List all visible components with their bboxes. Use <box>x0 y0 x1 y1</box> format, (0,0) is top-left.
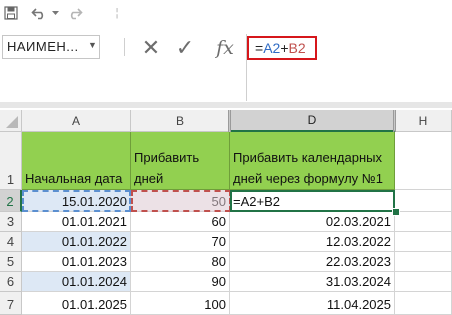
more-icon[interactable]: ¦ <box>112 3 122 23</box>
column-header-b[interactable]: B <box>131 110 230 132</box>
select-all-corner[interactable] <box>0 110 22 132</box>
formula-ref-b2: B2 <box>288 40 306 56</box>
column-header-d[interactable]: D <box>230 110 395 132</box>
row-header-3[interactable]: 3 <box>0 212 22 232</box>
cell-b6[interactable]: 90 <box>131 272 230 292</box>
cell-a7[interactable]: 01.01.2025 <box>22 292 131 315</box>
row-header-2[interactable]: 2 <box>0 190 22 212</box>
cell-h6[interactable] <box>395 272 452 292</box>
formula-ref-a2: A2 <box>263 40 281 56</box>
cell-h3[interactable] <box>395 212 452 232</box>
cell-a3[interactable]: 01.01.2021 <box>22 212 131 232</box>
cell-b4[interactable]: 70 <box>131 232 230 252</box>
column-header-a[interactable]: A <box>22 110 131 132</box>
cell-a1[interactable]: Начальная дата <box>22 132 131 190</box>
cell-d3[interactable]: 02.03.2021 <box>230 212 395 232</box>
column-header-h[interactable]: H <box>395 110 452 132</box>
hidden-column-marker <box>228 110 231 132</box>
cell-d7[interactable]: 11.04.2025 <box>230 292 395 315</box>
cell-b3[interactable]: 60 <box>131 212 230 232</box>
cell-h5[interactable] <box>395 252 452 272</box>
cell-b5[interactable]: 80 <box>131 252 230 272</box>
cell-h2[interactable] <box>395 190 452 212</box>
cell-a5[interactable]: 01.01.2023 <box>22 252 131 272</box>
cell-d1[interactable]: Прибавить календарных дней через формулу… <box>230 132 395 190</box>
cell-d4[interactable]: 12.03.2022 <box>230 232 395 252</box>
reference-highlight-b2 <box>131 190 231 212</box>
formula-text: =A2+B2 <box>255 40 306 56</box>
active-cell-border <box>230 190 395 212</box>
enter-button[interactable]: ✓ <box>172 34 198 62</box>
name-box-dropdown-icon[interactable]: ▼ <box>88 40 97 50</box>
row-header-4[interactable]: 4 <box>0 232 22 252</box>
undo-icon[interactable] <box>30 3 48 23</box>
fill-handle[interactable] <box>392 208 400 216</box>
row-header-6[interactable]: 6 <box>0 272 22 292</box>
save-icon[interactable] <box>2 3 20 23</box>
reference-highlight-a2 <box>22 190 131 212</box>
cell-b1[interactable]: Прибавить дней <box>131 132 230 190</box>
cell-a6[interactable]: 01.01.2024 <box>22 272 131 292</box>
cell-d6[interactable]: 31.03.2024 <box>230 272 395 292</box>
cell-h4[interactable] <box>395 232 452 252</box>
cell-h7[interactable] <box>395 292 452 315</box>
hidden-column-marker <box>393 110 396 132</box>
row-header-1[interactable]: 1 <box>0 132 22 190</box>
cancel-button[interactable]: ✕ <box>138 34 164 62</box>
insert-function-button[interactable]: fx <box>210 34 240 62</box>
row-header-5[interactable]: 5 <box>0 252 22 272</box>
redo-icon[interactable] <box>66 3 84 23</box>
cell-d5[interactable]: 22.03.2023 <box>230 252 395 272</box>
divider <box>124 38 125 56</box>
cell-b7[interactable]: 100 <box>131 292 230 315</box>
row-header-7[interactable]: 7 <box>0 292 22 315</box>
name-box-text: НАИМЕН... <box>7 39 79 54</box>
cell-h1[interactable] <box>395 132 452 190</box>
cell-a4[interactable]: 01.01.2022 <box>22 232 131 252</box>
quick-access-toolbar: ¦ <box>0 0 452 28</box>
undo-dropdown-icon[interactable] <box>50 3 60 23</box>
